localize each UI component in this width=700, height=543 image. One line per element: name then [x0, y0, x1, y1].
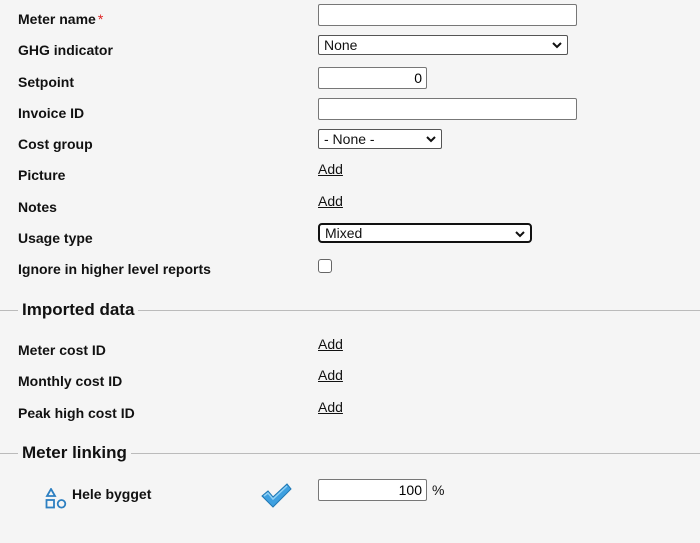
ghg-indicator-label: GHG indicator — [18, 42, 113, 58]
ignore-reports-checkbox[interactable] — [318, 259, 332, 273]
notes-add-link[interactable]: Add — [318, 193, 343, 209]
peak-high-cost-id-label: Peak high cost ID — [18, 405, 135, 421]
ignore-reports-label: Ignore in higher level reports — [18, 261, 211, 277]
cost-group-value: - None - — [324, 131, 375, 147]
monthly-cost-id-add-link[interactable]: Add — [318, 367, 343, 383]
setpoint-label: Setpoint — [18, 74, 74, 90]
invoice-id-label: Invoice ID — [18, 105, 85, 121]
chevron-down-icon — [426, 136, 436, 143]
picture-label: Picture — [18, 167, 66, 183]
shapes-icon — [45, 488, 67, 509]
ghg-indicator-select[interactable]: None — [318, 35, 568, 55]
cost-group-select[interactable]: - None - — [318, 129, 442, 149]
link-percentage-input[interactable] — [318, 479, 427, 501]
imported-data-heading: Imported data — [18, 300, 139, 320]
usage-type-label: Usage type — [18, 230, 93, 246]
chevron-down-icon — [552, 42, 562, 49]
notes-label: Notes — [18, 199, 57, 215]
checkmark-icon — [261, 483, 292, 508]
chevron-down-icon — [515, 231, 525, 238]
peak-high-cost-id-add-link[interactable]: Add — [318, 399, 343, 415]
meter-cost-id-add-link[interactable]: Add — [318, 336, 343, 352]
meter-cost-id-label: Meter cost ID — [18, 342, 106, 358]
monthly-cost-id-label: Monthly cost ID — [18, 373, 123, 389]
percent-unit: % — [432, 482, 445, 498]
setpoint-input[interactable] — [318, 67, 427, 89]
meter-linking-heading: Meter linking — [18, 443, 131, 463]
linked-meter-name: Hele bygget — [72, 486, 152, 502]
usage-type-select[interactable]: Mixed — [318, 223, 532, 243]
picture-add-link[interactable]: Add — [318, 161, 343, 177]
ghg-indicator-value: None — [324, 37, 358, 53]
usage-type-value: Mixed — [325, 225, 363, 241]
cost-group-label: Cost group — [18, 136, 93, 152]
invoice-id-input[interactable] — [318, 98, 577, 120]
